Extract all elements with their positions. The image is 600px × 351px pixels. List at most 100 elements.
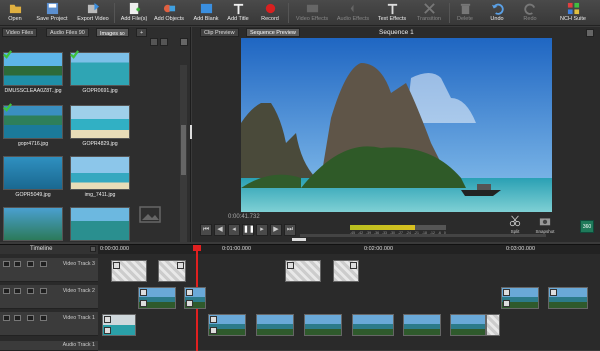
media-thumbnail[interactable]	[3, 105, 63, 139]
track-mute-icon[interactable]	[3, 288, 10, 294]
media-item-caption: GOPR4829.jpg	[82, 141, 118, 147]
clip-edit-icon	[113, 262, 120, 269]
timeline-ruler[interactable]: 0:00:00.000 0:01:00.000 0:02:00.000 0:03…	[98, 245, 600, 254]
scissors-icon	[509, 215, 521, 227]
timeline-options-icon[interactable]	[90, 246, 96, 252]
close-bin-icon[interactable]	[180, 38, 188, 46]
timeline-clip[interactable]	[256, 314, 294, 336]
add-objects-button[interactable]: Add Objects	[152, 1, 186, 25]
add-files-button[interactable]: Add File(s)	[118, 1, 150, 25]
toolbar-separator	[288, 3, 289, 23]
save-project-button[interactable]: Save Project	[34, 1, 70, 25]
next-frame-button[interactable]: ▶	[270, 224, 282, 236]
audio-meter-scale: -45 -42 -39 -36 -33 -30 -27 -24 -21 -18 -12 -6 0	[350, 231, 446, 237]
audio-level-fill	[350, 225, 416, 230]
tab-clip-preview[interactable]: Clip Preview	[200, 28, 239, 37]
add-bin-tab-button[interactable]: +	[136, 28, 148, 37]
track-settings-icon[interactable]	[40, 288, 47, 294]
media-thumbnail[interactable]	[3, 52, 63, 86]
timeline-clip[interactable]	[403, 314, 441, 336]
scrollbar-thumb[interactable]	[181, 125, 186, 175]
blank-clip-icon	[200, 3, 212, 14]
go-to-start-button[interactable]: ⏮	[200, 224, 212, 236]
video-effects-button[interactable]: Video Effects	[292, 1, 332, 25]
view-list-icon[interactable]	[150, 38, 158, 46]
text-effects-button[interactable]: Text Effects	[374, 1, 410, 25]
add-blank-button[interactable]: Add Blank	[192, 1, 220, 25]
delete-button[interactable]: Delete	[452, 1, 478, 25]
clip-edit-icon	[287, 262, 294, 269]
redo-button[interactable]: Redo	[518, 1, 542, 25]
step-back-button[interactable]: ◂	[228, 224, 240, 236]
clip-remove-icon	[210, 327, 217, 334]
audio-effects-button[interactable]: Audio Effects	[334, 1, 372, 25]
timeline-clip[interactable]	[486, 314, 500, 336]
close-preview-icon[interactable]	[586, 29, 594, 37]
split-button[interactable]: Split	[504, 215, 526, 237]
timeline-clip[interactable]	[138, 287, 176, 309]
view-thumbnails-icon[interactable]	[160, 38, 168, 46]
undo-icon	[491, 3, 504, 15]
track-lock-icon[interactable]	[27, 315, 34, 321]
track-settings-icon[interactable]	[40, 261, 47, 267]
nch-suite-button[interactable]: NCH Suite	[556, 1, 590, 25]
tab-audio-files[interactable]: Audio Files 90	[46, 28, 89, 37]
tab-images[interactable]: Images 50	[96, 28, 129, 37]
meter-tick-label: -36	[373, 231, 380, 235]
add-title-button[interactable]: Add Title	[224, 1, 252, 25]
timeline-clip[interactable]	[102, 314, 136, 336]
meter-tick-label: -33	[381, 231, 387, 235]
media-item-caption: img_7411.jpg	[84, 192, 116, 198]
timeline-clip[interactable]	[285, 260, 321, 282]
previous-frame-button[interactable]: ◀	[214, 224, 226, 236]
open-button[interactable]: Open	[4, 1, 26, 25]
ruler-label: 0:03:00.000	[506, 246, 536, 252]
media-bin-scrollbar[interactable]	[180, 65, 187, 265]
track-mute-icon[interactable]	[3, 261, 10, 267]
media-thumbnail[interactable]	[70, 156, 130, 190]
step-forward-button[interactable]: ▸	[256, 224, 268, 236]
undo-button[interactable]: Undo	[485, 1, 509, 25]
transition-button[interactable]: Transition	[412, 1, 446, 25]
timeline-clip[interactable]	[304, 314, 342, 336]
save-icon	[46, 2, 58, 15]
go-to-end-button[interactable]: ⏭	[284, 224, 296, 236]
track-label: Video Track 3	[62, 261, 95, 267]
tab-sequence-preview[interactable]: Sequence Preview	[246, 28, 300, 37]
timeline-clip[interactable]	[333, 260, 359, 282]
timeline-clip[interactable]	[184, 287, 206, 309]
media-thumbnail[interactable]	[70, 207, 130, 241]
timeline-clip[interactable]	[352, 314, 394, 336]
pause-button[interactable]: ❚❚	[242, 224, 255, 236]
timeline-clip[interactable]	[501, 287, 539, 309]
record-button[interactable]: Record	[256, 1, 284, 25]
media-thumbnail[interactable]	[70, 52, 130, 86]
add-file-icon	[129, 2, 140, 15]
track-label: Video Track 1	[62, 315, 95, 321]
track-header-video-1: Video Track 1	[0, 312, 98, 336]
tab-video-files[interactable]: Video Files	[2, 28, 38, 37]
media-thumbnail[interactable]	[3, 156, 63, 190]
snapshot-button[interactable]: Snapshot	[533, 215, 557, 237]
media-thumbnail[interactable]	[70, 105, 130, 139]
checkmark-icon	[3, 50, 12, 59]
track-visibility-icon[interactable]	[14, 315, 21, 321]
track-visibility-icon[interactable]	[14, 288, 21, 294]
ruler-label: 0:02:00.000	[364, 246, 394, 252]
timeline-clip[interactable]	[450, 314, 486, 336]
export-video-button[interactable]: Export Video	[74, 1, 112, 25]
track-settings-icon[interactable]	[40, 315, 47, 321]
clip-edit-icon	[140, 289, 147, 296]
timeline-clip[interactable]	[548, 287, 588, 309]
track-mute-icon[interactable]	[3, 315, 10, 321]
track-visibility-icon[interactable]	[14, 261, 21, 267]
track-lock-icon[interactable]	[27, 261, 34, 267]
playhead-handle[interactable]	[193, 245, 201, 251]
timeline-clip[interactable]	[158, 260, 186, 282]
timeline-clip[interactable]	[208, 314, 246, 336]
track-lock-icon[interactable]	[27, 288, 34, 294]
timeline-clip[interactable]	[111, 260, 147, 282]
scrubber-handle[interactable]	[292, 238, 306, 241]
media-thumbnail[interactable]	[3, 207, 63, 241]
vr-360-button[interactable]: 360	[580, 220, 594, 233]
